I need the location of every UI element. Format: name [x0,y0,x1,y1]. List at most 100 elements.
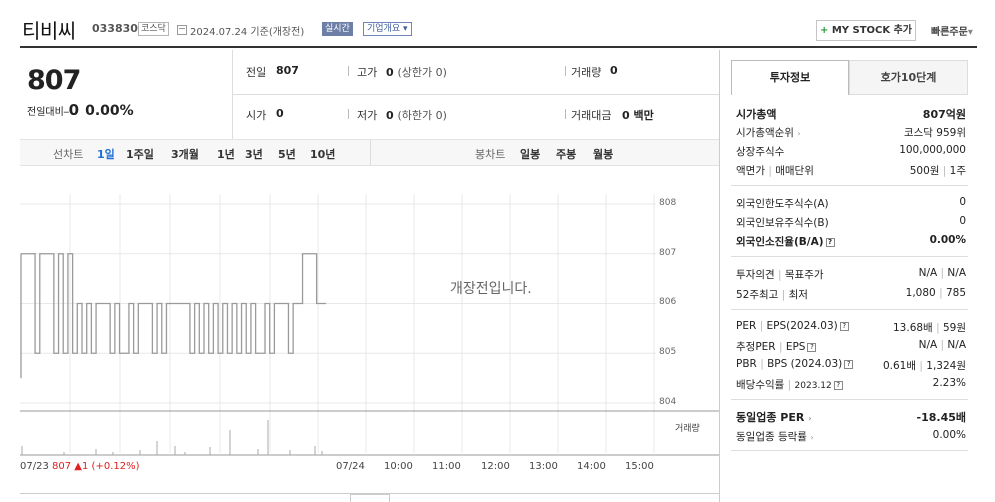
separator: | [940,339,945,351]
shares-value: 100,000,000 [899,144,966,156]
separator: | [768,165,772,177]
pbr-labels: PBR | BPS (2024.03)? [736,358,854,370]
pbr-label: PBR [736,358,757,370]
shares-label: 상장주식수 [736,146,785,158]
right-panel-bottom [731,450,968,451]
opinion-label: 투자의견 [736,269,775,281]
scroll-handle[interactable] [350,494,390,502]
par-labels: 액면가 | 매매단위 [736,163,814,178]
y-tick-806: 806 [659,297,677,307]
week52-values: 1,080 | 785 [906,287,966,299]
plus-icon: + [819,25,829,36]
separator: | [919,360,923,372]
prev-percent: (+0.12%) [91,461,140,472]
help-icon[interactable]: ? [839,321,849,331]
par-label: 액면가 [736,165,765,177]
opinion-values: N/A | N/A [919,267,966,279]
separator: | [778,341,783,353]
dividend-labels: 배당수익률 | 2023.12? [736,377,843,392]
quick-order-label: 빠른주문 [931,27,968,38]
section-divider [731,399,968,400]
x-label-1100: 11:00 [432,461,461,472]
foreign-hold-value: 0 [959,215,966,227]
tab-investment-info[interactable]: 투자정보 [731,60,849,95]
chevron-right-icon: › [797,129,801,138]
separator: | [939,287,943,299]
week52-labels: 52주최고 | 최저 [736,287,808,302]
foreign-ratio-labels: 외국인소진율(B/A)? [736,234,835,249]
dividend-label: 배당수익률 [736,379,785,391]
market-cap-label: 시가총액 [736,108,777,121]
bps-label: BPS (2024.03) [767,358,843,370]
add-mystock-label: MY STOCK 추가 [831,25,913,36]
x-label-1000: 10:00 [384,461,413,472]
chevron-down-icon: ▾ [967,27,973,38]
opinion-value: N/A [918,267,938,279]
add-mystock-button[interactable]: + MY STOCK 추가 [816,20,916,41]
est-per-value: N/A [918,339,938,351]
y-tick-808: 808 [659,198,677,208]
help-icon[interactable]: ? [807,342,817,352]
foreign-ratio-label: 외국인소진율(B/A) [736,236,824,248]
target-price-label: 목표주가 [784,269,824,281]
pbr-values: 0.61배 | 1,324원 [883,358,966,373]
right-panel-divider [719,50,720,502]
pbr-value: 0.61배 [882,360,917,372]
x-label-1200: 12:00 [481,461,510,472]
separator: | [781,289,786,301]
est-eps-label: EPS [785,341,806,353]
help-icon[interactable]: ? [833,380,843,390]
market-cap-rank-value: 코스닥 959위 [903,127,966,139]
separator: | [940,267,945,279]
market-cap-rank-label: 시가총액순위 [736,127,794,139]
x-label-date: 07/24 [336,461,365,472]
separator: | [777,269,782,281]
week52-high-value: 1,080 [905,287,936,299]
quick-order-button[interactable]: 빠른주문▾ [931,23,973,38]
y-tick-805: 805 [659,347,677,357]
sector-per-value: -18.45배 [916,411,966,424]
pre-open-message: 개장전입니다. [450,281,532,297]
prev-day-summary: 07/23 807 ▲1 (+0.12%) [20,461,140,472]
per-values: 13.68배 | 59원 [893,320,966,335]
help-icon[interactable]: ? [844,359,854,369]
eps-value: 59원 [942,322,966,334]
week52-low-label: 최저 [788,289,808,301]
trade-unit-label: 매매단위 [775,165,814,177]
est-per-values: N/A | N/A [919,339,966,351]
tab-orderbook-10[interactable]: 호가10단계 [849,60,968,95]
x-label-1400: 14:00 [577,461,606,472]
foreign-limit-label: 외국인한도주식수(A) [736,198,829,210]
x-label-1300: 13:00 [529,461,558,472]
dividend-date: 2023.12 [794,381,832,391]
par-value: 500원 [909,165,940,177]
week52-high-label: 52주최고 [736,289,779,301]
week52-low-value: 785 [945,287,966,299]
foreign-limit-value: 0 [959,196,966,208]
sector-rate-link[interactable]: 동일업종 등락률 › [736,429,814,444]
foreign-ratio-value: 0.00% [929,234,966,246]
section-divider [731,256,968,257]
separator: | [942,165,947,177]
prev-price: 807 [52,461,72,472]
separator: | [936,322,940,334]
opinion-labels: 투자의견 | 목표주가 [736,267,824,282]
section-divider [731,185,968,186]
separator: | [760,358,764,370]
per-labels: PER | EPS(2024.03)? [736,320,849,332]
sector-rate-value: 0.00% [932,429,966,441]
est-per-labels: 추정PER | EPS? [736,339,817,354]
sector-per-label: 동일업종 PER [736,411,805,424]
prev-date: 07/23 [20,461,49,472]
section-divider [731,309,968,310]
separator: | [787,379,792,391]
prev-change: ▲1 [74,461,89,472]
help-icon[interactable]: ? [825,237,835,247]
par-values: 500원 | 1주 [910,163,966,178]
market-cap-rank-link[interactable]: 시가총액순위 › [736,125,801,140]
sector-per-link[interactable]: 동일업종 PER › [736,409,812,425]
dividend-value: 2.23% [932,377,966,389]
est-per-label: 추정PER [736,341,776,353]
price-chart [20,194,719,456]
active-tab-gap [731,95,849,96]
